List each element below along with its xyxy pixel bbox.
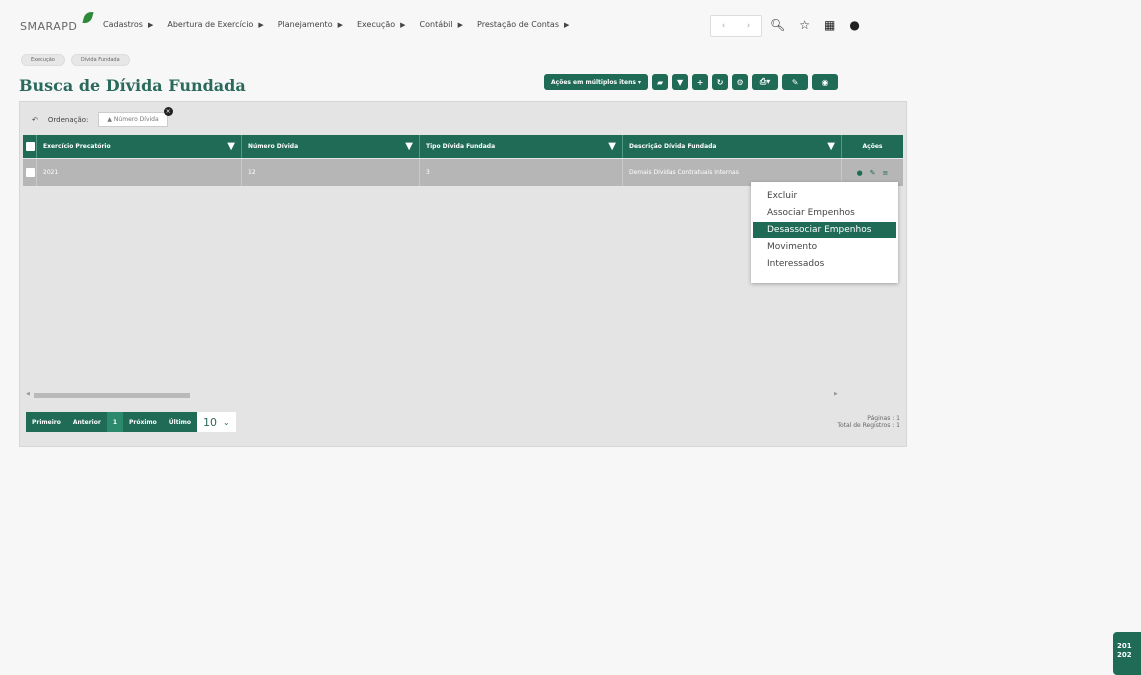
total-records: Total de Registros : 1: [837, 422, 900, 429]
star-icon[interactable]: ☆: [799, 18, 810, 32]
caret-right-icon: ▶: [400, 21, 406, 29]
eye-icon[interactable]: ◉: [812, 74, 839, 90]
multi-actions-button[interactable]: Ações em múltiplos itens ▾: [544, 74, 649, 90]
pagination: Primeiro Anterior 1 Próximo Último 10 ⌄: [26, 412, 236, 432]
chevron-right-icon[interactable]: ›: [747, 21, 751, 31]
table-header: Exercício Precatório ▼ Número Dívida ▼ Tip…: [23, 135, 903, 158]
menu-execucao[interactable]: Execução ▶: [357, 20, 406, 29]
breadcrumb-execucao[interactable]: Execução: [21, 54, 65, 66]
cell-exercicio: 2021: [37, 159, 242, 186]
chevron-down-icon: ⌄: [223, 417, 230, 427]
scrollbar-thumb[interactable]: [34, 393, 190, 398]
breadcrumb: Execução Dívida Fundada: [21, 54, 130, 66]
checkbox-icon: [26, 142, 35, 151]
action-toolbar: Ações em múltiplos itens ▾ ▰ ▼ + ↻ ⚙ ⎙▾ …: [544, 74, 839, 90]
leaf-icon: [82, 10, 94, 25]
view-icon[interactable]: ●: [857, 169, 863, 177]
page-title: Busca de Dívida Fundada: [19, 76, 246, 95]
user-icon[interactable]: ●: [849, 18, 859, 32]
results-panel: ↶ Ordenação: ▲ Número Dívida × Exercício …: [19, 101, 907, 447]
row-actions: ● ✎ ≡: [857, 169, 889, 177]
select-all-checkbox[interactable]: [23, 135, 37, 158]
menu-item-movimento[interactable]: Movimento: [767, 239, 817, 255]
sort-row: ↶ Ordenação: ▲ Número Dívida ×: [32, 107, 173, 127]
print-icon[interactable]: ⎙▾: [752, 74, 779, 90]
filter-icon[interactable]: ▼: [227, 141, 235, 152]
menu-item-associar-empenhos[interactable]: Associar Empenhos: [767, 205, 855, 221]
scroll-right-icon[interactable]: ▶: [834, 391, 838, 397]
search-icon[interactable]: 🔍︎: [770, 18, 785, 32]
top-icons: 🔍︎ ☆ ▦ ●: [770, 18, 860, 32]
menu-prestacao-contas[interactable]: Prestação de Contas ▶: [477, 20, 569, 29]
menu-item-excluir[interactable]: Excluir: [767, 188, 797, 204]
cell-numero: 12: [242, 159, 420, 186]
next-page-button[interactable]: Próximo: [123, 412, 163, 432]
exercise-year-badge[interactable]: 201 202: [1113, 632, 1141, 675]
first-page-button[interactable]: Primeiro: [26, 412, 67, 432]
caret-right-icon: ▶: [337, 21, 343, 29]
eraser-icon[interactable]: ✎: [782, 74, 809, 90]
column-numero[interactable]: Número Dívida ▼: [242, 135, 420, 158]
sort-chip[interactable]: ▲ Número Dívida ×: [98, 107, 173, 127]
menu-item-desassociar-empenhos[interactable]: Desassociar Empenhos: [753, 222, 896, 238]
sort-label: Ordenação:: [47, 115, 89, 124]
grid-icon[interactable]: ▦: [824, 18, 835, 32]
menu-contabil[interactable]: Contábil ▶: [420, 20, 464, 29]
edit-icon[interactable]: ✎: [870, 169, 876, 177]
app-logo[interactable]: SMARAPD: [20, 20, 77, 33]
add-icon[interactable]: +: [692, 74, 709, 90]
close-icon[interactable]: ×: [163, 107, 173, 116]
settings-icon[interactable]: ⚙: [732, 74, 749, 90]
caret-right-icon: ▶: [258, 21, 264, 29]
horizontal-scrollbar[interactable]: ◀ ▶: [26, 391, 838, 399]
caret-right-icon: ▶: [147, 21, 154, 29]
caret-right-icon: ▶: [457, 21, 464, 29]
refresh-icon[interactable]: ↻: [712, 74, 729, 90]
filter-icon[interactable]: ▼: [405, 141, 413, 152]
prev-page-button[interactable]: Anterior: [66, 412, 107, 432]
checkbox-icon: [26, 168, 35, 177]
filter-icon[interactable]: ▼: [827, 141, 835, 152]
column-exercicio[interactable]: Exercício Precatório ▼: [37, 135, 242, 158]
pages-count: Páginas : 1: [867, 415, 900, 422]
bookmark-icon[interactable]: ▰: [652, 74, 669, 90]
pagination-info: Páginas : 1 Total de Registros : 1: [837, 415, 900, 429]
menu-item-interessados[interactable]: Interessados: [767, 256, 824, 272]
scroll-left-icon[interactable]: ◀: [26, 391, 30, 397]
current-page[interactable]: 1: [106, 412, 124, 432]
row-context-menu: Excluir Associar Empenhos Desassociar Em…: [751, 182, 898, 283]
column-tipo[interactable]: Tipo Dívida Fundada ▼: [420, 135, 623, 158]
menu-icon[interactable]: ≡: [883, 169, 889, 177]
menu-scroll-arrows: ‹ ›: [710, 15, 762, 37]
top-navbar: SMARAPD Cadastros ▶ Abertura de Exercício…: [0, 0, 1141, 46]
breadcrumb-divida-fundada[interactable]: Dívida Fundada: [70, 54, 130, 66]
filter-icon[interactable]: ▼: [672, 74, 689, 90]
last-page-button[interactable]: Último: [162, 412, 198, 432]
page-size-select[interactable]: 10 ⌄: [197, 412, 236, 432]
undo-icon[interactable]: ↶: [32, 116, 38, 124]
chevron-left-icon[interactable]: ‹: [722, 21, 726, 31]
row-checkbox[interactable]: [23, 159, 37, 186]
menu-cadastros[interactable]: Cadastros ▶: [103, 20, 153, 29]
main-menu: Cadastros ▶ Abertura de Exercício ▶ Planej…: [103, 20, 583, 29]
column-descricao[interactable]: Descrição Dívida Fundada ▼: [623, 135, 842, 158]
menu-planejamento[interactable]: Planejamento ▶: [278, 20, 343, 29]
filter-icon[interactable]: ▼: [608, 141, 616, 152]
cell-tipo: 3: [420, 159, 623, 186]
caret-right-icon: ▶: [564, 21, 570, 29]
column-acoes: Ações: [862, 143, 883, 150]
menu-abertura-exercicio[interactable]: Abertura de Exercício ▶: [167, 20, 263, 29]
